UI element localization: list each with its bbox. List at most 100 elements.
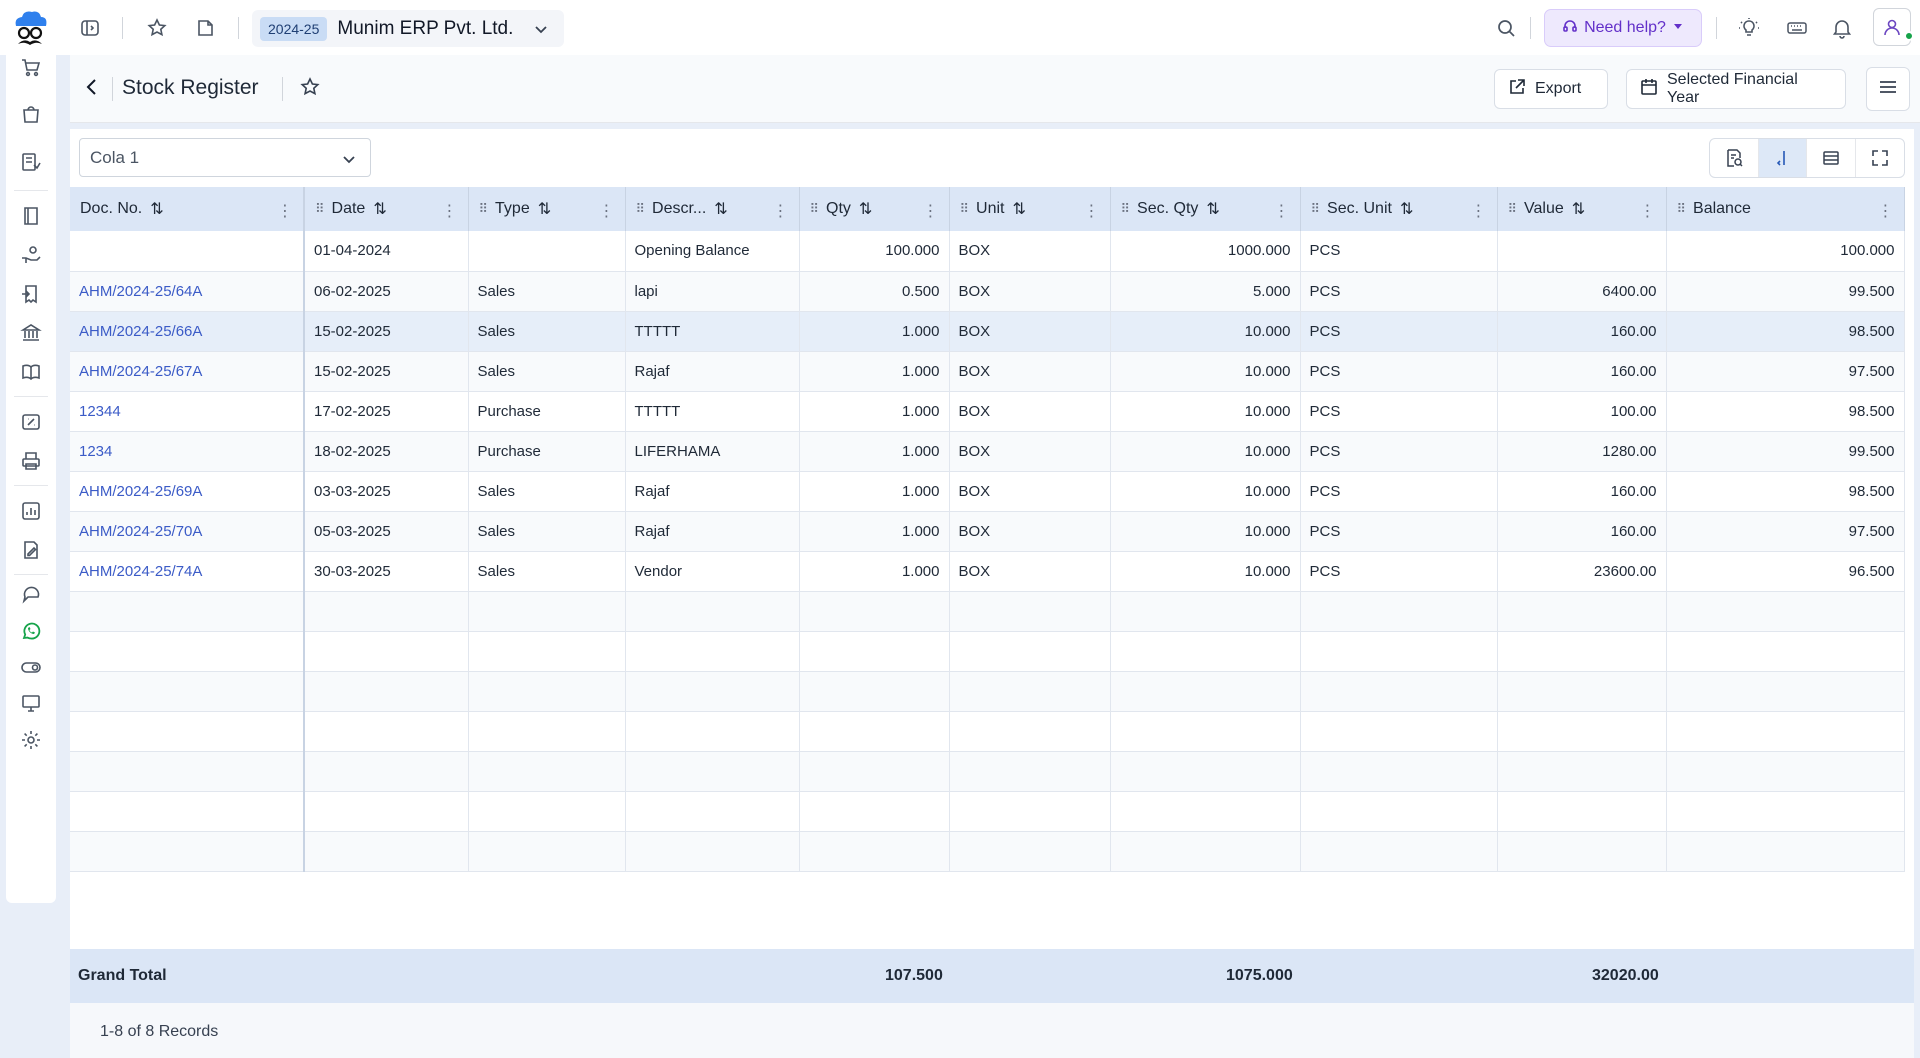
sidebar-ledger-book-icon[interactable] xyxy=(19,204,43,228)
sidebar-open-book-icon[interactable] xyxy=(19,360,43,384)
column-header-doc-no[interactable]: Doc. No. ⇅ ⋮ xyxy=(70,187,305,231)
sidebar-printer-icon[interactable] xyxy=(19,449,43,473)
column-menu-icon[interactable]: ⋮ xyxy=(1084,201,1100,221)
unit-cell: BOX xyxy=(949,471,1111,512)
sidebar-cart-icon[interactable] xyxy=(19,56,43,80)
sidebar-shopping-bag-icon[interactable] xyxy=(19,102,43,126)
notes-icon[interactable] xyxy=(190,14,220,42)
column-menu-icon[interactable]: ⋮ xyxy=(599,201,615,221)
sort-icon[interactable]: ⇅ xyxy=(538,199,551,219)
sort-icon[interactable]: ⇅ xyxy=(1400,199,1413,219)
column-menu-icon[interactable]: ⋮ xyxy=(1471,201,1487,221)
column-menu-icon[interactable]: ⋮ xyxy=(923,201,939,221)
company-selector[interactable]: 2024-25 Munim ERP Pvt. Ltd. xyxy=(252,10,564,47)
sort-icon[interactable]: ⇅ xyxy=(1012,199,1025,219)
sidebar-receipt-icon[interactable] xyxy=(19,282,43,306)
selected-financial-year-button[interactable]: Selected Financial Year xyxy=(1626,69,1846,109)
back-arrow-icon[interactable] xyxy=(82,77,102,102)
drag-handle-icon[interactable]: ⠿ xyxy=(636,201,645,217)
drag-handle-icon[interactable]: ⠿ xyxy=(1508,201,1517,217)
table-row[interactable]: AHM/2024-25/67A 15-02-2025 Sales Rajaf 1… xyxy=(70,351,1905,392)
doc-no-cell[interactable]: AHM/2024-25/66A xyxy=(70,311,305,352)
doc-no-cell[interactable]: AHM/2024-25/74A xyxy=(70,551,305,592)
search-icon[interactable] xyxy=(1491,14,1521,42)
sidebar-scrollbar[interactable] xyxy=(6,55,10,755)
table-row[interactable]: AHM/2024-25/70A 05-03-2025 Sales Rajaf 1… xyxy=(70,511,1905,552)
sort-icon[interactable]: ⇅ xyxy=(150,199,163,219)
drag-handle-icon[interactable]: ⠿ xyxy=(315,201,324,217)
hamburger-menu-button[interactable] xyxy=(1866,67,1910,111)
column-menu-icon[interactable]: ⋮ xyxy=(442,201,458,221)
user-avatar[interactable] xyxy=(1873,8,1914,46)
sidebar-whatsapp-icon[interactable] xyxy=(19,619,43,643)
doc-no-cell[interactable] xyxy=(70,231,305,272)
table-row[interactable]: 12344 17-02-2025 Purchase TTTTT 1.000 BO… xyxy=(70,391,1905,432)
column-width-icon[interactable] xyxy=(1758,139,1807,177)
doc-no-cell[interactable]: AHM/2024-25/70A xyxy=(70,511,305,552)
sidebar-inventory-icon[interactable] xyxy=(19,150,43,174)
sort-icon[interactable]: ⇅ xyxy=(714,199,727,219)
column-header-unit[interactable]: ⠿ Unit ⇅ ⋮ xyxy=(949,187,1111,231)
column-header-type[interactable]: ⠿ Type ⇅ ⋮ xyxy=(468,187,626,231)
column-menu-icon[interactable]: ⋮ xyxy=(277,201,293,221)
column-menu-icon[interactable]: ⋮ xyxy=(1640,201,1656,221)
doc-no-cell[interactable]: AHM/2024-25/67A xyxy=(70,351,305,392)
table-row[interactable]: AHM/2024-25/74A 30-03-2025 Sales Vendor … xyxy=(70,551,1905,592)
sidebar-chat-icon[interactable] xyxy=(19,583,43,607)
row-density-icon[interactable] xyxy=(1807,139,1856,177)
column-menu-icon[interactable]: ⋮ xyxy=(773,201,789,221)
sidebar-toggle-icon[interactable] xyxy=(75,14,105,42)
table-row[interactable]: 01-04-2024 Opening Balance 100.000 BOX 1… xyxy=(70,231,1905,272)
drag-handle-icon[interactable]: ⠿ xyxy=(810,201,819,217)
table-row[interactable]: AHM/2024-25/64A 06-02-2025 Sales lapi 0.… xyxy=(70,271,1905,312)
drag-handle-icon[interactable]: ⠿ xyxy=(960,201,969,217)
keyboard-icon[interactable] xyxy=(1782,14,1812,42)
column-header-sec-qty[interactable]: ⠿ Sec. Qty ⇅ ⋮ xyxy=(1110,187,1301,231)
sidebar-bank-icon[interactable] xyxy=(19,321,43,345)
sec-qty-cell: 10.000 xyxy=(1110,431,1301,472)
sidebar-settings-gear-icon[interactable] xyxy=(19,728,43,752)
fullscreen-icon[interactable] xyxy=(1856,139,1905,177)
export-icon xyxy=(1507,77,1527,102)
doc-no-cell[interactable]: AHM/2024-25/69A xyxy=(70,471,305,512)
drag-handle-icon[interactable]: ⠿ xyxy=(1677,201,1686,217)
doc-no-cell[interactable]: 1234 xyxy=(70,431,305,472)
sort-icon[interactable]: ⇅ xyxy=(1572,199,1585,219)
column-header-balance[interactable]: ⠿ Balance ⋮ xyxy=(1666,187,1905,231)
qty-cell: 1.000 xyxy=(799,551,950,592)
export-button[interactable]: Export xyxy=(1494,69,1608,109)
table-row-selected[interactable]: AHM/2024-25/66A 15-02-2025 Sales TTTTT 1… xyxy=(70,311,1905,352)
column-header-description[interactable]: ⠿ Descr... ⇅ ⋮ xyxy=(625,187,800,231)
sidebar-desktop-icon[interactable] xyxy=(19,691,43,715)
idea-bulb-icon[interactable] xyxy=(1734,14,1764,42)
app-logo[interactable] xyxy=(10,8,50,48)
favorite-star-icon[interactable] xyxy=(300,77,320,102)
description-cell: TTTTT xyxy=(625,391,800,432)
search-document-icon[interactable] xyxy=(1710,139,1759,177)
item-select-dropdown[interactable]: Cola 1 xyxy=(79,138,371,177)
table-row[interactable]: 1234 18-02-2025 Purchase LIFERHAMA 1.000… xyxy=(70,431,1905,472)
notification-bell-icon[interactable] xyxy=(1827,14,1857,42)
favorites-star-icon[interactable] xyxy=(142,14,172,42)
doc-no-cell[interactable]: AHM/2024-25/64A xyxy=(70,271,305,312)
sort-icon[interactable]: ⇅ xyxy=(1206,199,1219,219)
sidebar-edit-document-icon[interactable] xyxy=(19,538,43,562)
drag-handle-icon[interactable]: ⠿ xyxy=(1311,201,1320,217)
column-menu-icon[interactable]: ⋮ xyxy=(1274,201,1290,221)
table-row[interactable]: AHM/2024-25/69A 03-03-2025 Sales Rajaf 1… xyxy=(70,471,1905,512)
sort-icon[interactable]: ⇅ xyxy=(859,199,872,219)
sidebar-tax-icon[interactable] xyxy=(19,410,43,434)
sidebar-reports-chart-icon[interactable] xyxy=(19,499,43,523)
column-header-qty[interactable]: ⠿ Qty ⇅ ⋮ xyxy=(799,187,950,231)
doc-no-cell[interactable]: 12344 xyxy=(70,391,305,432)
drag-handle-icon[interactable]: ⠿ xyxy=(479,201,488,217)
column-header-value[interactable]: ⠿ Value ⇅ ⋮ xyxy=(1497,187,1667,231)
drag-handle-icon[interactable]: ⠿ xyxy=(1121,201,1130,217)
need-help-button[interactable]: Need help? xyxy=(1544,9,1702,47)
column-menu-icon[interactable]: ⋮ xyxy=(1878,201,1894,221)
column-header-sec-unit[interactable]: ⠿ Sec. Unit ⇅ ⋮ xyxy=(1300,187,1498,231)
sidebar-payment-hand-icon[interactable] xyxy=(19,243,43,267)
sort-icon[interactable]: ⇅ xyxy=(373,199,386,219)
sidebar-toggle-switch-icon[interactable] xyxy=(19,655,43,679)
column-header-date[interactable]: ⠿ Date ⇅ ⋮ xyxy=(304,187,469,231)
